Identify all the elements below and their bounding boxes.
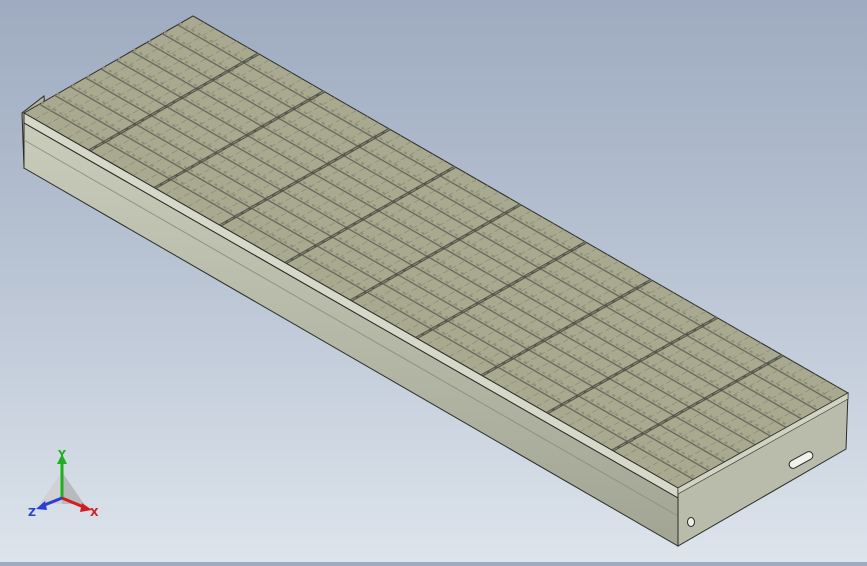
y-axis-label: Y [57,448,67,461]
z-axis-label: Z [28,506,36,519]
triad-graphic: Y X Z [28,448,99,519]
model-viewport[interactable]: Y X Z [0,0,867,562]
bolt-hole [687,517,695,527]
coordinate-triad[interactable]: Y X Z [22,446,112,526]
x-axis-label: X [90,506,99,519]
3d-model-view[interactable] [0,0,867,562]
